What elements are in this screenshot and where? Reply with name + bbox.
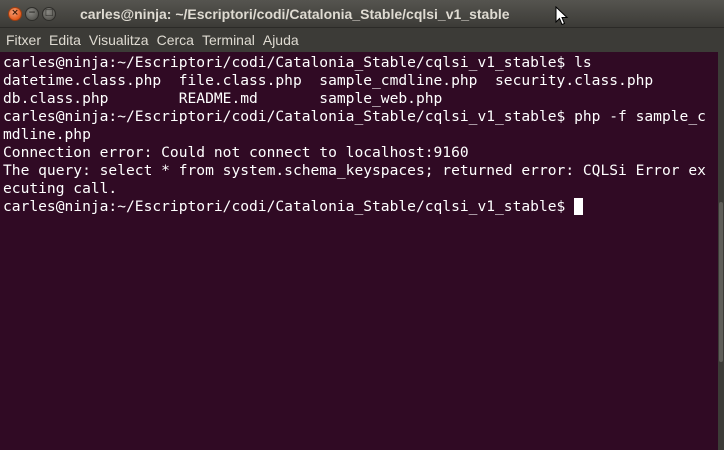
terminal-window: × − □ carles@ninja: ~/Escriptori/codi/Ca…	[0, 0, 724, 450]
close-icon: ×	[11, 8, 19, 18]
terminal-line: carles@ninja:~/Escriptori/codi/Catalonia…	[3, 108, 706, 125]
terminal-line: ecuting call.	[3, 180, 118, 197]
title-bar[interactable]: × − □ carles@ninja: ~/Escriptori/codi/Ca…	[0, 0, 724, 28]
text-cursor	[574, 198, 584, 215]
close-button[interactable]: ×	[8, 6, 22, 21]
scrollbar[interactable]	[718, 52, 724, 450]
menu-fitxer[interactable]: Fitxer	[6, 32, 41, 48]
menu-cerca[interactable]: Cerca	[157, 32, 194, 48]
window-title: carles@ninja: ~/Escriptori/codi/Cataloni…	[80, 5, 510, 22]
maximize-icon: □	[44, 8, 54, 18]
scrollbar-thumb[interactable]	[719, 202, 723, 362]
terminal-line: datetime.class.php file.class.php sample…	[3, 72, 654, 89]
terminal-line: db.class.php README.md sample_web.php	[3, 90, 443, 107]
terminal-prompt: carles@ninja:~/Escriptori/codi/Catalonia…	[3, 198, 575, 215]
terminal-line: mdline.php	[3, 126, 91, 143]
window-controls: × − □	[8, 6, 56, 21]
terminal-prompt-line[interactable]: carles@ninja:~/Escriptori/codi/Catalonia…	[3, 198, 718, 216]
terminal-output[interactable]: carles@ninja:~/Escriptori/codi/Catalonia…	[0, 52, 718, 450]
terminal-line: The query: select * from system.schema_k…	[3, 162, 706, 179]
maximize-button[interactable]: □	[42, 6, 56, 21]
terminal-line: carles@ninja:~/Escriptori/codi/Catalonia…	[3, 54, 592, 71]
menu-edita[interactable]: Edita	[49, 32, 81, 48]
minimize-icon: −	[28, 8, 36, 18]
menu-visualitza[interactable]: Visualitza	[89, 32, 149, 48]
menu-ajuda[interactable]: Ajuda	[263, 32, 299, 48]
menu-terminal[interactable]: Terminal	[202, 32, 255, 48]
menu-bar: Fitxer Edita Visualitza Cerca Terminal A…	[0, 28, 724, 52]
terminal-line: Connection error: Could not connect to l…	[3, 144, 469, 161]
minimize-button[interactable]: −	[25, 6, 39, 21]
mouse-pointer-icon	[555, 6, 569, 26]
